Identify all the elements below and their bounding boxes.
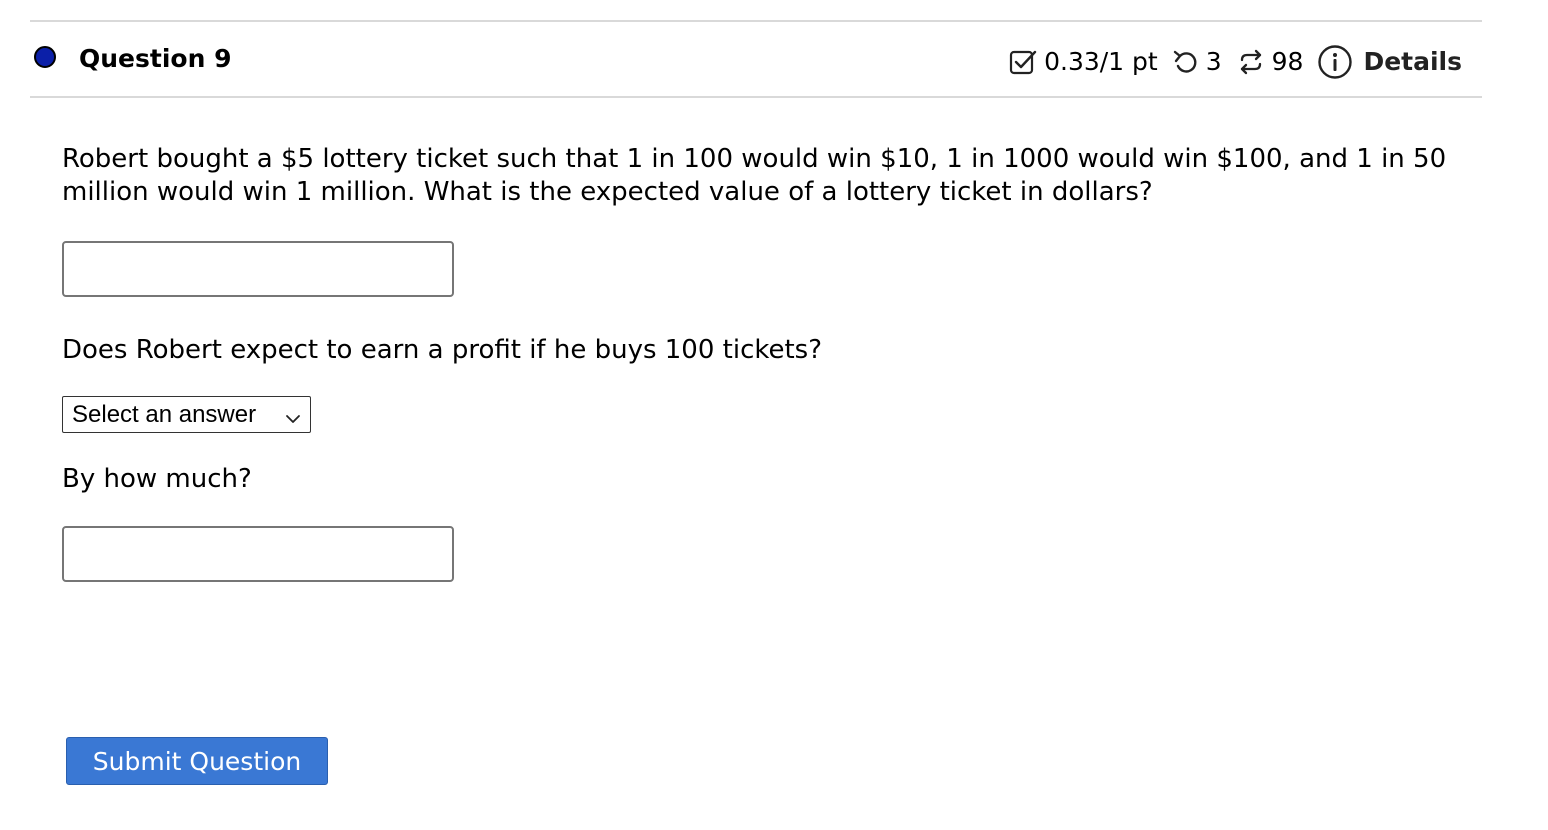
question-meta: 0.33/1 pt 3 98 Details	[1008, 44, 1462, 80]
profit-question-text: Does Robert expect to earn a profit if h…	[62, 335, 823, 365]
undo-icon	[1172, 48, 1200, 76]
attempts-group: 3	[1172, 46, 1222, 78]
details-link[interactable]: Details	[1317, 44, 1462, 80]
profit-select[interactable]: Select an answer	[62, 396, 311, 433]
info-icon	[1317, 44, 1353, 80]
question-body: Robert bought a $5 lottery ticket such t…	[62, 143, 1462, 209]
header-divider	[30, 96, 1482, 98]
status-dot	[34, 46, 56, 68]
retries-count: 98	[1271, 47, 1304, 76]
question-header: Question 9 0.33/1 pt 3 98 Details	[30, 22, 1482, 96]
expected-value-input[interactable]	[62, 241, 454, 297]
details-label: Details	[1363, 47, 1462, 76]
attempts-count: 3	[1205, 47, 1222, 76]
submit-question-button[interactable]: Submit Question	[66, 737, 328, 785]
checkbox-check-icon	[1008, 47, 1038, 77]
chevron-down-icon	[285, 406, 301, 434]
how-much-label: By how much?	[62, 464, 252, 494]
question-title: Question 9	[79, 44, 232, 73]
retries-group: 98	[1236, 46, 1304, 78]
profit-select-value: Select an answer	[72, 400, 257, 428]
score-group: 0.33/1 pt	[1008, 46, 1158, 78]
question-prompt: Robert bought a $5 lottery ticket such t…	[62, 144, 1447, 207]
score-text: 0.33/1 pt	[1044, 47, 1158, 76]
question-page: Question 9 0.33/1 pt 3 98 Details Robert…	[0, 0, 1548, 830]
profit-amount-input[interactable]	[62, 526, 454, 582]
retry-icon	[1236, 47, 1266, 77]
